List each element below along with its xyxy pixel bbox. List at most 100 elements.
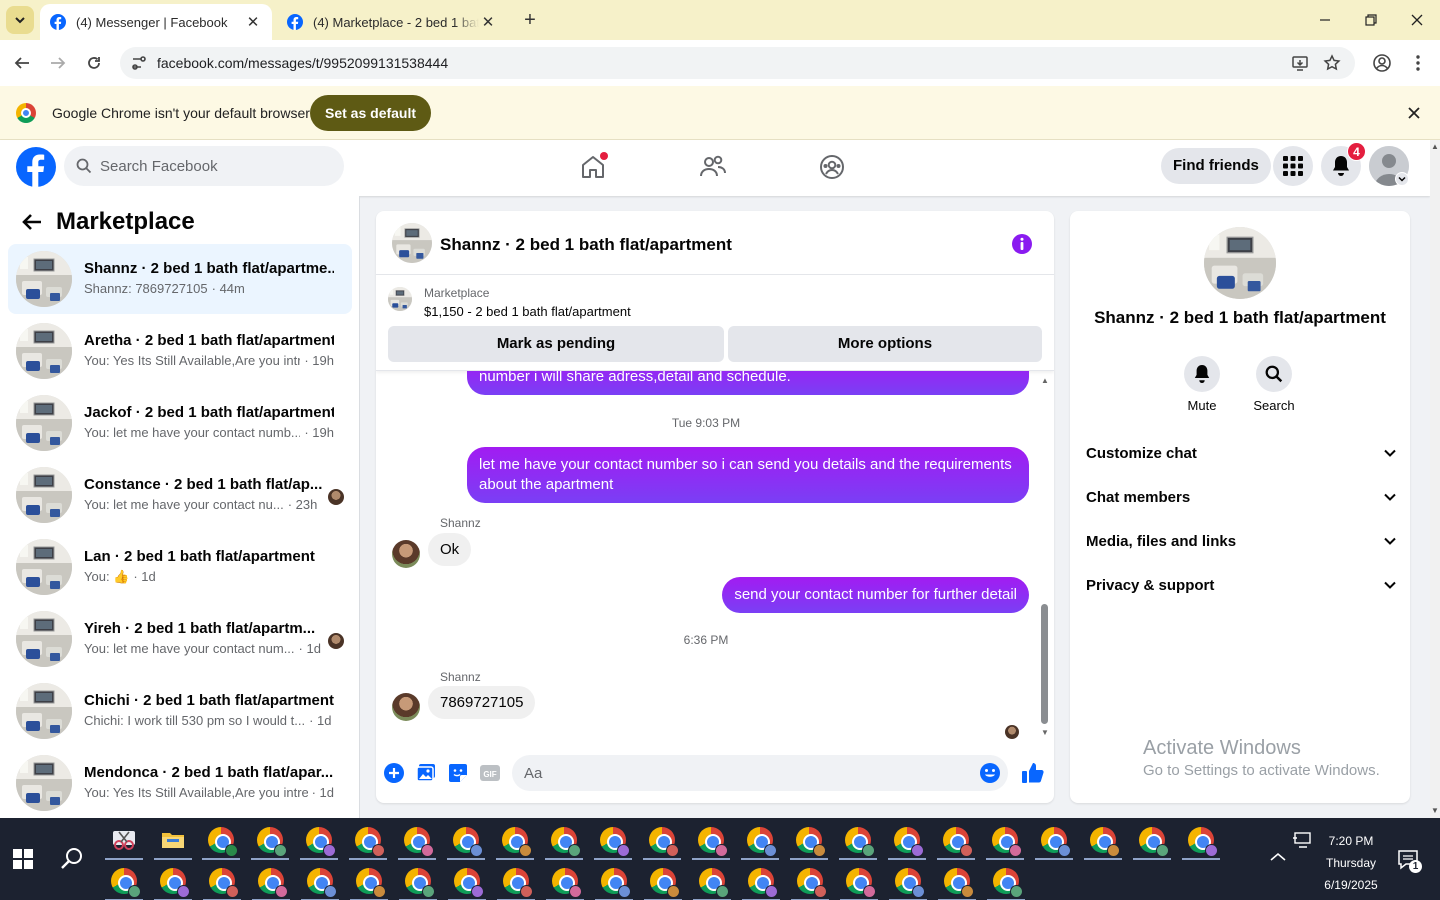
attach-photo-button[interactable]	[415, 762, 437, 784]
chrome-profile-app[interactable]	[738, 861, 784, 900]
menu-button[interactable]	[1273, 146, 1313, 186]
tab-search-button[interactable]	[6, 6, 34, 34]
snipping-tool-app[interactable]	[101, 820, 147, 860]
chrome-profile-app[interactable]	[345, 820, 391, 860]
chrome-profile-app[interactable]	[982, 820, 1028, 860]
sticker-button[interactable]	[447, 762, 469, 784]
conversation-item[interactable]: Aretha · 2 bed 1 bath flat/apartment You:…	[8, 316, 352, 386]
chrome-profile-app[interactable]	[836, 861, 882, 900]
chrome-profile-app[interactable]	[444, 861, 490, 900]
chrome-profile-app[interactable]	[1129, 820, 1175, 860]
conversation-item[interactable]: Mendonca · 2 bed 1 bath flat/apar... You:…	[8, 748, 352, 818]
conversation-item[interactable]: Constance · 2 bed 1 bath flat/ap... You: …	[8, 460, 352, 530]
chrome-profile-app[interactable]	[737, 820, 783, 860]
outgoing-message[interactable]: number i will share adress,detail and sc…	[467, 371, 1029, 395]
chrome-profile-app[interactable]	[247, 820, 293, 860]
section-customize-chat[interactable]: Customize chat	[1086, 433, 1396, 473]
chrome-profile-app[interactable]	[248, 861, 294, 900]
system-clock[interactable]: 7:20 PM Thursday 6/19/2025	[1318, 830, 1384, 896]
show-hidden-icons-icon[interactable]	[1270, 852, 1286, 862]
chrome-profile-app[interactable]	[297, 861, 343, 900]
chrome-profile-app[interactable]	[1080, 820, 1126, 860]
listing-thumbnail[interactable]	[388, 287, 412, 311]
chrome-profile-app[interactable]	[1031, 820, 1077, 860]
scroll-up-icon[interactable]: ▲	[1431, 142, 1439, 151]
close-tab-icon[interactable]: ✕	[479, 13, 497, 31]
chrome-profile-app[interactable]	[492, 820, 538, 860]
scroll-up-icon[interactable]: ▲	[1040, 377, 1050, 385]
chrome-profile-app[interactable]	[395, 861, 441, 900]
outgoing-message[interactable]: send your contact number for further det…	[722, 577, 1029, 613]
file-explorer-app[interactable]	[150, 820, 196, 860]
windows-start-icon[interactable]	[13, 849, 33, 869]
conversation-item[interactable]: Jackof · 2 bed 1 bath flat/apartment You:…	[8, 388, 352, 458]
section-media-files-links[interactable]: Media, files and links	[1086, 521, 1396, 561]
listing-description[interactable]: $1,150 - 2 bed 1 bath flat/apartment	[424, 304, 631, 319]
chrome-profile-app[interactable]	[296, 820, 342, 860]
send-like-button[interactable]	[1020, 760, 1046, 786]
sender-avatar[interactable]	[392, 693, 420, 721]
restore-button[interactable]	[1359, 8, 1383, 32]
emoji-button[interactable]	[979, 762, 1001, 784]
chrome-profile-app[interactable]	[542, 861, 588, 900]
more-actions-button[interactable]	[383, 762, 405, 784]
back-button[interactable]	[20, 210, 44, 234]
action-center-icon[interactable]: 1	[1398, 850, 1422, 873]
browser-tab-messenger[interactable]: (4) Messenger | Facebook ✕	[40, 4, 272, 40]
chrome-profile-app[interactable]	[885, 861, 931, 900]
conversation-info-button[interactable]	[1011, 233, 1033, 255]
close-tab-icon[interactable]: ✕	[244, 13, 262, 31]
account-chevron[interactable]	[1395, 172, 1409, 186]
page-scrollbar[interactable]: ▲ ▼	[1430, 140, 1440, 818]
profile-button[interactable]	[1369, 50, 1395, 76]
reload-button[interactable]	[81, 50, 107, 76]
chrome-profile-app[interactable]	[150, 861, 196, 900]
nav-home[interactable]	[578, 152, 608, 182]
thread-scrollbar-thumb[interactable]	[1041, 604, 1048, 724]
chrome-profile-app[interactable]	[541, 820, 587, 860]
chrome-profile-app[interactable]	[688, 820, 734, 860]
nav-groups[interactable]	[817, 152, 847, 182]
gif-button[interactable]: GIF	[479, 762, 501, 784]
section-privacy-support[interactable]: Privacy & support	[1086, 565, 1396, 605]
search-icon[interactable]	[60, 846, 84, 870]
chrome-profile-app[interactable]	[443, 820, 489, 860]
search-in-conversation-button[interactable]: Search	[1242, 356, 1306, 413]
facebook-logo-icon[interactable]	[16, 147, 56, 187]
conversation-item[interactable]: Shannz · 2 bed 1 bath flat/apartme... Sha…	[8, 244, 352, 314]
chat-title[interactable]: Shannz · 2 bed 1 bath flat/apartment	[440, 235, 732, 255]
chrome-profile-app[interactable]	[1178, 820, 1224, 860]
conversation-item[interactable]: Lan · 2 bed 1 bath flat/apartment You: 👍 ·…	[8, 532, 352, 602]
chrome-profile-app[interactable]	[835, 820, 881, 860]
conversation-item[interactable]: Yireh · 2 bed 1 bath flat/apartm... You: …	[8, 604, 352, 674]
mark-as-pending-button[interactable]: Mark as pending	[388, 326, 724, 362]
address-bar[interactable]: facebook.com/messages/t/9952099131538444	[120, 47, 1355, 79]
incoming-message[interactable]: 7869727105	[428, 686, 536, 719]
listing-photo[interactable]	[1204, 227, 1276, 299]
back-button[interactable]	[9, 50, 35, 76]
close-window-button[interactable]	[1405, 8, 1429, 32]
chrome-profile-app[interactable]	[786, 820, 832, 860]
browser-tab-marketplace[interactable]: (4) Marketplace - 2 bed 1 bath flat/apar…	[277, 4, 507, 40]
chrome-profile-app[interactable]	[933, 820, 979, 860]
chrome-profile-app[interactable]	[346, 861, 392, 900]
set-as-default-button[interactable]: Set as default	[310, 95, 432, 131]
close-infobar-button[interactable]	[1403, 102, 1425, 124]
site-info-icon[interactable]	[130, 54, 148, 72]
chrome-profile-app[interactable]	[493, 861, 539, 900]
chrome-menu-button[interactable]	[1405, 50, 1431, 76]
mute-button[interactable]: Mute	[1170, 356, 1234, 413]
chrome-profile-app[interactable]	[689, 861, 735, 900]
chrome-profile-app[interactable]	[591, 861, 637, 900]
chrome-profile-app[interactable]	[590, 820, 636, 860]
chrome-profile-app[interactable]	[934, 861, 980, 900]
network-icon[interactable]	[1292, 832, 1312, 848]
chrome-profile-app[interactable]	[983, 861, 1029, 900]
chrome-profile-app[interactable]	[198, 820, 244, 860]
chrome-profile-app[interactable]	[787, 861, 833, 900]
find-friends-button[interactable]: Find friends	[1161, 148, 1271, 184]
sender-avatar[interactable]	[392, 540, 420, 568]
conversation-avatar[interactable]	[392, 223, 432, 263]
nav-friends[interactable]	[698, 152, 728, 182]
more-options-button[interactable]: More options	[728, 326, 1042, 362]
